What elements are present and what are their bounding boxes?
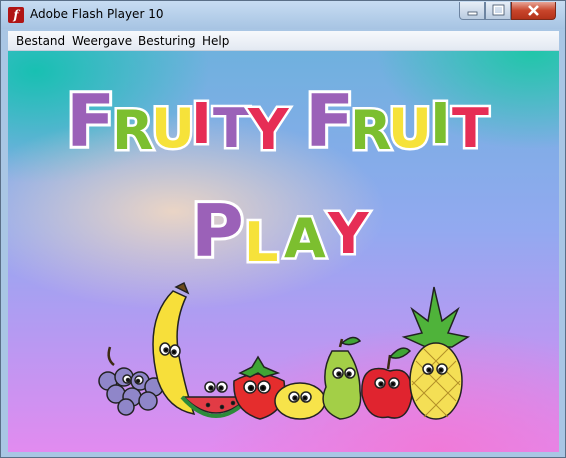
window-title: Adobe Flash Player 10 — [30, 7, 164, 21]
title-letter: F — [66, 79, 115, 163]
minimize-icon — [467, 11, 478, 16]
title-letter: R — [112, 99, 154, 162]
game-title-screen: F F R R U U I I T T Y Y F F R R U U I I — [63, 76, 492, 420]
play-letter: P — [191, 189, 244, 273]
strawberry-illustration — [233, 355, 286, 420]
title-bar[interactable]: f Adobe Flash Player 10 — [1, 1, 565, 29]
title-letter: I — [191, 92, 212, 157]
apple-illustration — [361, 347, 413, 419]
title-letter: U — [388, 97, 432, 160]
play-letter: L — [244, 211, 278, 274]
menu-weergave[interactable]: Weergave — [72, 34, 132, 48]
pear-illustration — [322, 336, 362, 420]
play-letter: A — [284, 207, 326, 270]
title-letter: R — [350, 99, 392, 162]
title-letter: F — [305, 79, 354, 163]
close-button[interactable] — [511, 2, 556, 20]
menu-bar: Bestand Weergave Besturing Help — [8, 31, 559, 51]
title-letter: I — [430, 92, 451, 157]
menu-help[interactable]: Help — [202, 34, 229, 48]
pineapple-illustration — [401, 286, 470, 420]
lemon-illustration — [274, 382, 326, 420]
title-letter: Y — [247, 98, 290, 163]
menu-bestand[interactable]: Bestand — [16, 34, 65, 48]
title-letter: T — [213, 97, 250, 160]
menu-besturing[interactable]: Besturing — [138, 34, 196, 48]
flash-player-window: f Adobe Flash Player 10 Bestand Weergave… — [0, 0, 566, 458]
close-icon — [528, 5, 539, 16]
maximize-button[interactable] — [485, 2, 511, 20]
title-letter: T — [452, 97, 489, 160]
flash-content[interactable]: F F R R U U I I T T Y Y F F R R U U I I — [8, 51, 559, 452]
play-letter: Y — [327, 202, 370, 267]
play-button[interactable]: P P L L A A Y Y — [188, 186, 373, 277]
fruit-characters — [98, 281, 470, 420]
title-letter: U — [151, 97, 195, 160]
game-title: F F R R U U I I T T Y Y F F R R U U I I — [63, 76, 492, 166]
flash-icon: f — [8, 7, 24, 23]
maximize-icon — [492, 4, 505, 16]
minimize-button[interactable] — [459, 2, 485, 20]
